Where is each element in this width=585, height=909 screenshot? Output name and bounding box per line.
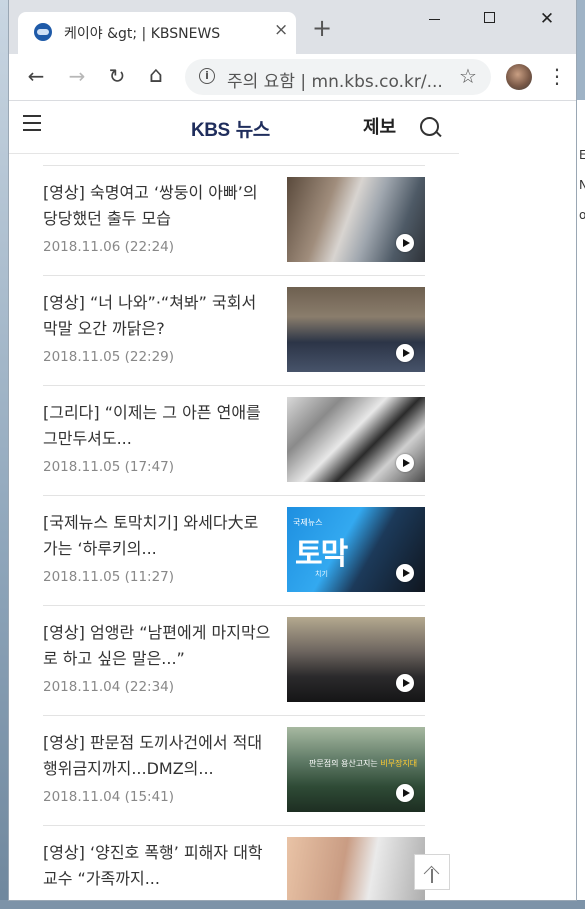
- article-thumbnail[interactable]: [287, 177, 425, 262]
- address-url: mn.kbs.co.kr/...: [311, 72, 443, 92]
- reload-button[interactable]: ↻: [103, 62, 131, 90]
- article-title[interactable]: [그리다] “이제는 그 아픈 연애를 그만두셔도...: [43, 400, 273, 452]
- article-title[interactable]: [국제뉴스 토막치기] 와세다大로 가는 ‘하루키의...: [43, 510, 273, 562]
- browser-toolbar: ← → ↻ ⌂ i 주의 요함 | mn.kbs.co.kr/... ☆ ⋮: [9, 54, 576, 101]
- article-title[interactable]: [영상] “너 나와”·“쳐봐” 국회서 막말 오간 까닭은?: [43, 290, 273, 342]
- minimize-button[interactable]: [412, 9, 456, 28]
- security-label: 주의 요함: [227, 72, 295, 92]
- article-title[interactable]: [영상] 숙명여고 ‘쌍둥이 아빠’의 당당했던 출두 모습: [43, 180, 273, 232]
- article-date: 2018.11.05 (11:27): [43, 569, 175, 585]
- search-icon[interactable]: [420, 117, 439, 136]
- home-button[interactable]: ⌂: [142, 62, 170, 90]
- maximize-button[interactable]: [467, 7, 511, 26]
- article-list: [영상] 숙명여고 ‘쌍둥이 아빠’의 당당했던 출두 모습 2018.11.0…: [43, 165, 425, 900]
- thumb-title: 토막: [295, 537, 348, 572]
- info-icon[interactable]: i: [199, 68, 215, 84]
- profile-avatar[interactable]: [506, 64, 532, 90]
- play-icon: [396, 784, 414, 802]
- article-date: 2018.11.05 (22:29): [43, 349, 175, 365]
- tab-title: 케이야 &gt; | KBSNEWS: [64, 26, 221, 42]
- thumb-label: 국제뉴스: [293, 518, 323, 527]
- background-window-text: N: [579, 178, 585, 192]
- play-icon: [396, 564, 414, 582]
- thumb-caption-text: 판문점의 용산고지는: [309, 759, 378, 768]
- background-window[interactable]: E N o: [576, 100, 585, 900]
- kbs-news-logo[interactable]: KBS 뉴스: [191, 115, 270, 142]
- article-item[interactable]: [영상] ‘양진호 폭행’ 피해자 대학교수 “가족까지...: [43, 825, 425, 900]
- article-item[interactable]: [그리다] “이제는 그 아픈 연애를 그만두셔도... 2018.11.05 …: [43, 385, 425, 495]
- background-window-text: o: [579, 208, 585, 222]
- play-icon: [396, 344, 414, 362]
- tab-close-button[interactable]: ×: [274, 20, 288, 40]
- bookmark-star-icon[interactable]: ☆: [459, 64, 477, 88]
- thumb-caption-highlight: 비무장지대: [380, 759, 418, 768]
- article-thumbnail[interactable]: 판문점의 용산고지는 비무장지대: [287, 727, 425, 812]
- window-close-button[interactable]: ✕: [525, 9, 569, 29]
- play-icon: [396, 454, 414, 472]
- report-link[interactable]: 제보: [363, 113, 396, 139]
- article-date: 2018.11.05 (17:47): [43, 459, 175, 475]
- browser-tab[interactable]: 케이야 &gt; | KBSNEWS ×: [18, 12, 296, 54]
- article-item[interactable]: [영상] 판문점 도끼사건에서 적대행위금지까지...DMZ의... 2018.…: [43, 715, 425, 825]
- article-date: 2018.11.04 (15:41): [43, 789, 175, 805]
- address-bar[interactable]: i 주의 요함 | mn.kbs.co.kr/... ☆: [185, 59, 491, 95]
- desktop-taskbar-edge: [0, 900, 585, 909]
- minimize-icon: [428, 19, 440, 20]
- play-icon: [396, 234, 414, 252]
- browser-window: 케이야 &gt; | KBSNEWS × + ✕ ← → ↻ ⌂ i 주의 요함…: [9, 0, 576, 900]
- article-thumbnail[interactable]: [287, 837, 425, 900]
- thumb-subtitle: 치기: [315, 570, 328, 578]
- article-thumbnail[interactable]: [287, 397, 425, 482]
- logo-kbs-text: KBS: [191, 120, 230, 141]
- article-thumbnail[interactable]: [287, 287, 425, 372]
- maximize-icon: [483, 12, 495, 23]
- logo-news-text: 뉴스: [235, 119, 270, 141]
- article-thumbnail[interactable]: 국제뉴스 토막 치기: [287, 507, 425, 592]
- new-tab-button[interactable]: +: [312, 16, 332, 40]
- article-title[interactable]: [영상] 엄앵란 “남편에게 마지막으로 하고 싶은 말은...”: [43, 620, 273, 672]
- kbs-favicon-icon: [34, 23, 52, 41]
- play-icon: [396, 674, 414, 692]
- article-date: 2018.11.04 (22:34): [43, 679, 175, 695]
- forward-button[interactable]: →: [63, 62, 91, 90]
- article-title[interactable]: [영상] 판문점 도끼사건에서 적대행위금지까지...DMZ의...: [43, 730, 273, 782]
- address-separator: |: [300, 72, 307, 92]
- back-button[interactable]: ←: [22, 62, 50, 90]
- hamburger-menu-icon[interactable]: [23, 115, 41, 131]
- article-thumbnail[interactable]: [287, 617, 425, 702]
- address-text[interactable]: 주의 요함 | mn.kbs.co.kr/...: [227, 67, 447, 92]
- article-item[interactable]: [영상] 엄앵란 “남편에게 마지막으로 하고 싶은 말은...” 2018.1…: [43, 605, 425, 715]
- browser-menu-icon[interactable]: ⋮: [547, 63, 567, 89]
- background-window-text: E: [579, 148, 585, 162]
- thumb-caption: 판문점의 용산고지는 비무장지대: [309, 758, 417, 769]
- article-item[interactable]: [영상] “너 나와”·“쳐봐” 국회서 막말 오간 까닭은? 2018.11.…: [43, 275, 425, 385]
- article-title[interactable]: [영상] ‘양진호 폭행’ 피해자 대학교수 “가족까지...: [43, 840, 273, 892]
- article-date: 2018.11.06 (22:24): [43, 239, 175, 255]
- site-header: KBS 뉴스 제보: [9, 101, 459, 154]
- article-item[interactable]: [국제뉴스 토막치기] 와세다大로 가는 ‘하루키의... 2018.11.05…: [43, 495, 425, 605]
- page-content: KBS 뉴스 제보 [영상] 숙명여고 ‘쌍둥이 아빠’의 당당했던 출두 모습…: [9, 101, 576, 900]
- scroll-to-top-button[interactable]: [414, 854, 450, 890]
- title-bar: 케이야 &gt; | KBSNEWS × + ✕: [9, 0, 576, 54]
- article-item[interactable]: [영상] 숙명여고 ‘쌍둥이 아빠’의 당당했던 출두 모습 2018.11.0…: [43, 165, 425, 275]
